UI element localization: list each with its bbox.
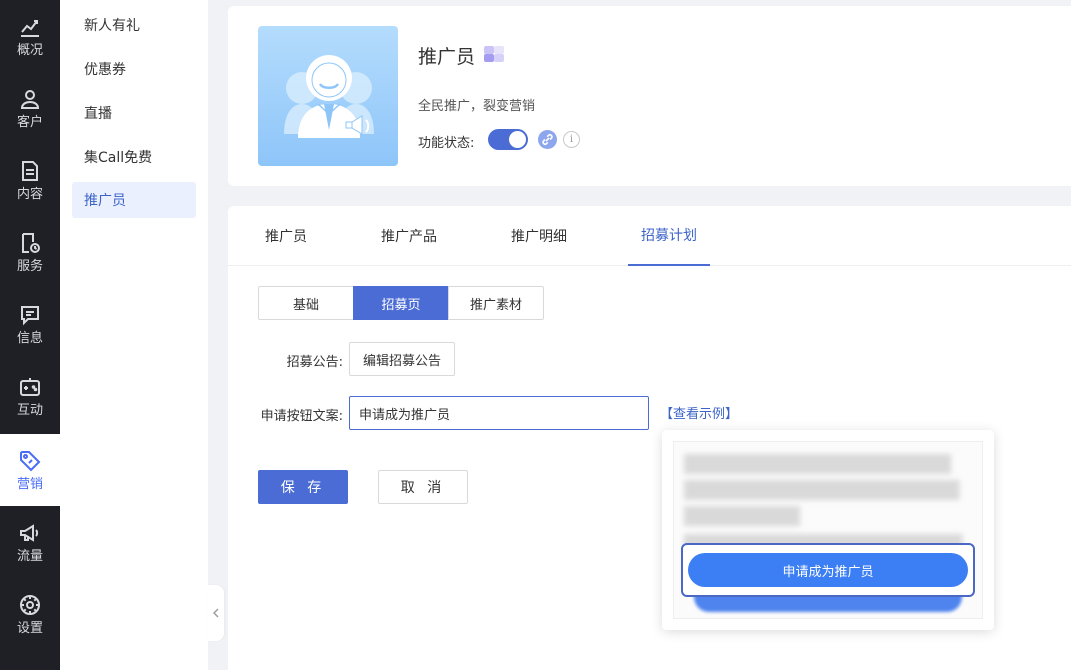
document-icon xyxy=(22,160,38,181)
nav-label: 营销 xyxy=(16,476,43,492)
nav-interaction[interactable]: 互动 xyxy=(0,360,60,432)
highlighted-apply-button-frame: 申请成为推广员 xyxy=(681,543,975,597)
example-preview-popover xyxy=(662,430,994,630)
tab-promoters[interactable]: 推广员 xyxy=(250,206,322,266)
main-nav-rail: 概况 客户 内容 服务 信息 互动 营销 流量 设置 xyxy=(0,0,60,670)
service-clock-icon xyxy=(22,232,40,253)
nav-marketing[interactable]: 营销 xyxy=(0,434,60,506)
sidebar-collapse-handle[interactable] xyxy=(208,585,224,641)
button-text-input[interactable] xyxy=(349,396,649,430)
message-icon xyxy=(21,305,39,325)
nav-label: 互动 xyxy=(16,402,43,418)
megaphone-icon xyxy=(20,523,39,542)
recruitment-segment-control: 基础 招募页 推广素材 xyxy=(258,286,544,320)
nav-settings[interactable]: 设置 xyxy=(0,578,60,650)
feature-status-label: 功能状态: xyxy=(418,136,475,151)
promoter-group-icon xyxy=(284,55,374,138)
nav-label: 信息 xyxy=(16,330,43,346)
feature-title: 推广员 xyxy=(418,46,476,68)
nav-service[interactable]: 服务 xyxy=(0,216,60,288)
announcement-label: 招募公告: xyxy=(286,355,343,370)
subnav-item-promoter[interactable]: 推广员 xyxy=(72,182,196,218)
link-icon[interactable] xyxy=(538,130,557,149)
info-icon[interactable]: i xyxy=(563,131,580,148)
nav-label: 内容 xyxy=(16,186,43,202)
nav-label: 客户 xyxy=(16,114,43,130)
chart-line-icon xyxy=(21,19,39,37)
feature-badge-icon xyxy=(484,46,504,62)
cancel-button[interactable]: 取 消 xyxy=(378,470,468,504)
segment-basic[interactable]: 基础 xyxy=(258,286,354,320)
marketing-subnav: 新人有礼 优惠券 直播 集Call免费 推广员 xyxy=(60,0,208,670)
tab-promotion-details[interactable]: 推广明细 xyxy=(496,206,582,266)
nav-label: 流量 xyxy=(16,548,43,564)
toggle-knob xyxy=(509,131,526,148)
subnav-item-live[interactable]: 直播 xyxy=(72,95,196,131)
tab-recruitment-plan[interactable]: 招募计划 xyxy=(628,206,710,266)
subnav-item-collect-call[interactable]: 集Call免费 xyxy=(72,139,196,175)
segment-promo-materials[interactable]: 推广素材 xyxy=(448,286,544,320)
nav-content[interactable]: 内容 xyxy=(0,144,60,216)
feature-header-card: 推广员 全民推广，裂变营销 功能状态: i xyxy=(228,6,1071,186)
user-icon xyxy=(20,89,40,109)
chevron-left-icon xyxy=(213,608,219,618)
settings-icon xyxy=(20,594,40,615)
subnav-item-coupon[interactable]: 优惠券 xyxy=(72,51,196,87)
tab-promoted-products[interactable]: 推广产品 xyxy=(366,206,452,266)
view-example-link[interactable]: 【查看示例】 xyxy=(660,403,738,422)
edit-announcement-button[interactable]: 编辑招募公告 xyxy=(349,342,455,376)
nav-traffic[interactable]: 流量 xyxy=(0,506,60,578)
promoter-illustration xyxy=(258,26,398,166)
save-button[interactable]: 保 存 xyxy=(258,470,348,504)
nav-label: 服务 xyxy=(16,258,43,274)
nav-customer[interactable]: 客户 xyxy=(0,72,60,144)
button-text-label: 申请按钮文案: xyxy=(260,409,343,424)
nav-overview[interactable]: 概况 xyxy=(0,0,60,72)
feature-description: 全民推广，裂变营销 xyxy=(418,99,536,114)
nav-label: 概况 xyxy=(16,42,43,58)
tag-icon xyxy=(20,450,41,471)
feature-status-toggle[interactable] xyxy=(488,129,528,150)
apply-promoter-button[interactable]: 申请成为推广员 xyxy=(688,553,968,587)
promoter-tabs: 推广员 推广产品 推广明细 招募计划 xyxy=(228,206,1071,266)
gamepad-icon xyxy=(20,377,40,396)
nav-label: 设置 xyxy=(16,620,43,636)
segment-recruit-page[interactable]: 招募页 xyxy=(353,286,449,320)
subnav-item-newcomer-gift[interactable]: 新人有礼 xyxy=(72,7,196,43)
nav-message[interactable]: 信息 xyxy=(0,288,60,360)
